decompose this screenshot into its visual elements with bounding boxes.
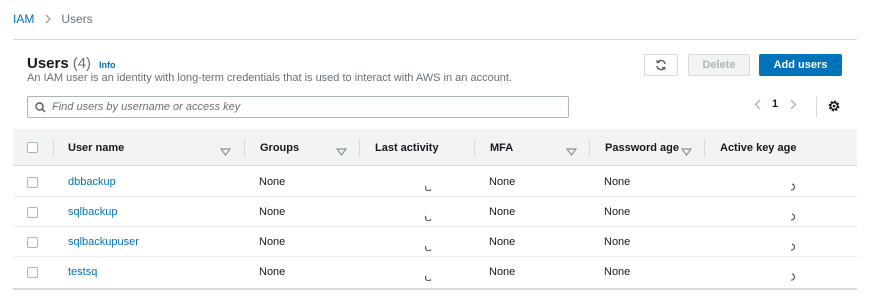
caret-down-icon[interactable] xyxy=(565,143,578,161)
password-age-cell: None xyxy=(604,176,631,188)
delete-button[interactable]: Delete xyxy=(688,54,750,76)
info-link[interactable]: Info xyxy=(99,60,116,70)
password-age-cell: None xyxy=(604,236,631,248)
pagination: 1 xyxy=(750,98,800,110)
row-select-cell xyxy=(27,227,38,257)
column-header-groups[interactable]: Groups xyxy=(260,129,299,166)
column-divider xyxy=(359,139,360,157)
gear-icon[interactable] xyxy=(827,99,841,118)
user-count: (4) xyxy=(72,55,92,72)
column-divider xyxy=(474,139,475,157)
mfa-cell: None xyxy=(489,176,516,188)
page-number[interactable]: 1 xyxy=(772,98,778,110)
column-header-last-activity[interactable]: Last activity xyxy=(375,129,439,166)
panel-description: An IAM user is an identity with long-ter… xyxy=(27,72,513,84)
refresh-button[interactable] xyxy=(644,54,678,76)
select-all-checkbox[interactable] xyxy=(27,142,38,153)
select-all-cell xyxy=(27,129,38,166)
column-divider xyxy=(53,139,54,157)
column-header-mfa[interactable]: MFA xyxy=(490,129,513,166)
column-header-active-key-age[interactable]: Active key age xyxy=(720,129,796,166)
mfa-cell: None xyxy=(489,236,516,248)
row-select-cell xyxy=(27,257,38,287)
row-select-cell xyxy=(27,197,38,227)
pager-divider xyxy=(816,97,817,117)
panel-header: Users (4) Info xyxy=(27,55,116,72)
user-name-link[interactable]: sqlbackup xyxy=(68,197,118,227)
user-name-link[interactable]: sqlbackupuser xyxy=(68,227,139,257)
column-header-password-age[interactable]: Password age xyxy=(605,129,679,166)
search-field[interactable] xyxy=(27,96,569,118)
refresh-icon xyxy=(655,59,667,71)
chevron-left-icon[interactable] xyxy=(750,99,764,110)
groups-cell: None xyxy=(259,206,286,218)
column-header-user-name[interactable]: User name xyxy=(68,129,124,166)
user-name-link[interactable]: testsq xyxy=(68,257,97,287)
caret-down-icon[interactable] xyxy=(219,143,232,161)
spinner-icon xyxy=(789,238,797,256)
user-name-link[interactable]: dbbackup xyxy=(68,167,116,197)
groups-cell: None xyxy=(259,236,286,248)
groups-cell: None xyxy=(259,176,286,188)
column-divider xyxy=(704,139,705,157)
breadcrumb: IAM Users xyxy=(13,12,93,26)
search-icon xyxy=(28,101,52,113)
search-input[interactable] xyxy=(52,98,568,116)
column-divider xyxy=(244,139,245,157)
spinner-icon xyxy=(789,178,797,196)
row-checkbox[interactable] xyxy=(27,236,38,248)
table-row: sqlbackup None None None xyxy=(13,197,857,227)
table-row: dbbackup None None None xyxy=(13,167,857,197)
breadcrumb-current: Users xyxy=(61,12,93,26)
spinner-icon xyxy=(424,178,433,196)
spinner-icon xyxy=(424,208,433,226)
spinner-icon xyxy=(789,208,797,226)
spinner-icon xyxy=(789,268,797,286)
spinner-icon xyxy=(424,238,433,256)
add-users-button[interactable]: Add users xyxy=(759,54,842,76)
row-checkbox[interactable] xyxy=(27,206,38,218)
groups-cell: None xyxy=(259,266,286,278)
row-checkbox[interactable] xyxy=(27,176,38,188)
row-checkbox[interactable] xyxy=(27,266,38,278)
mfa-cell: None xyxy=(489,266,516,278)
password-age-cell: None xyxy=(604,206,631,218)
caret-down-icon[interactable] xyxy=(680,143,693,161)
mfa-cell: None xyxy=(489,206,516,218)
users-table-panel: Users (4) Info An IAM user is an identit… xyxy=(13,39,857,290)
table-header: User name Groups Last activity MFA Passw… xyxy=(13,129,857,166)
table-row: testsq None None None xyxy=(13,257,857,287)
column-divider xyxy=(589,139,590,157)
spinner-icon xyxy=(424,268,433,286)
chevron-right-icon xyxy=(45,14,52,24)
password-age-cell: None xyxy=(604,266,631,278)
row-select-cell xyxy=(27,167,38,197)
chevron-right-icon[interactable] xyxy=(786,99,800,110)
table-row: sqlbackupuser None None None xyxy=(13,227,857,257)
breadcrumb-iam-link[interactable]: IAM xyxy=(13,12,34,26)
page-title: Users xyxy=(27,55,69,72)
caret-down-icon[interactable] xyxy=(335,143,348,161)
